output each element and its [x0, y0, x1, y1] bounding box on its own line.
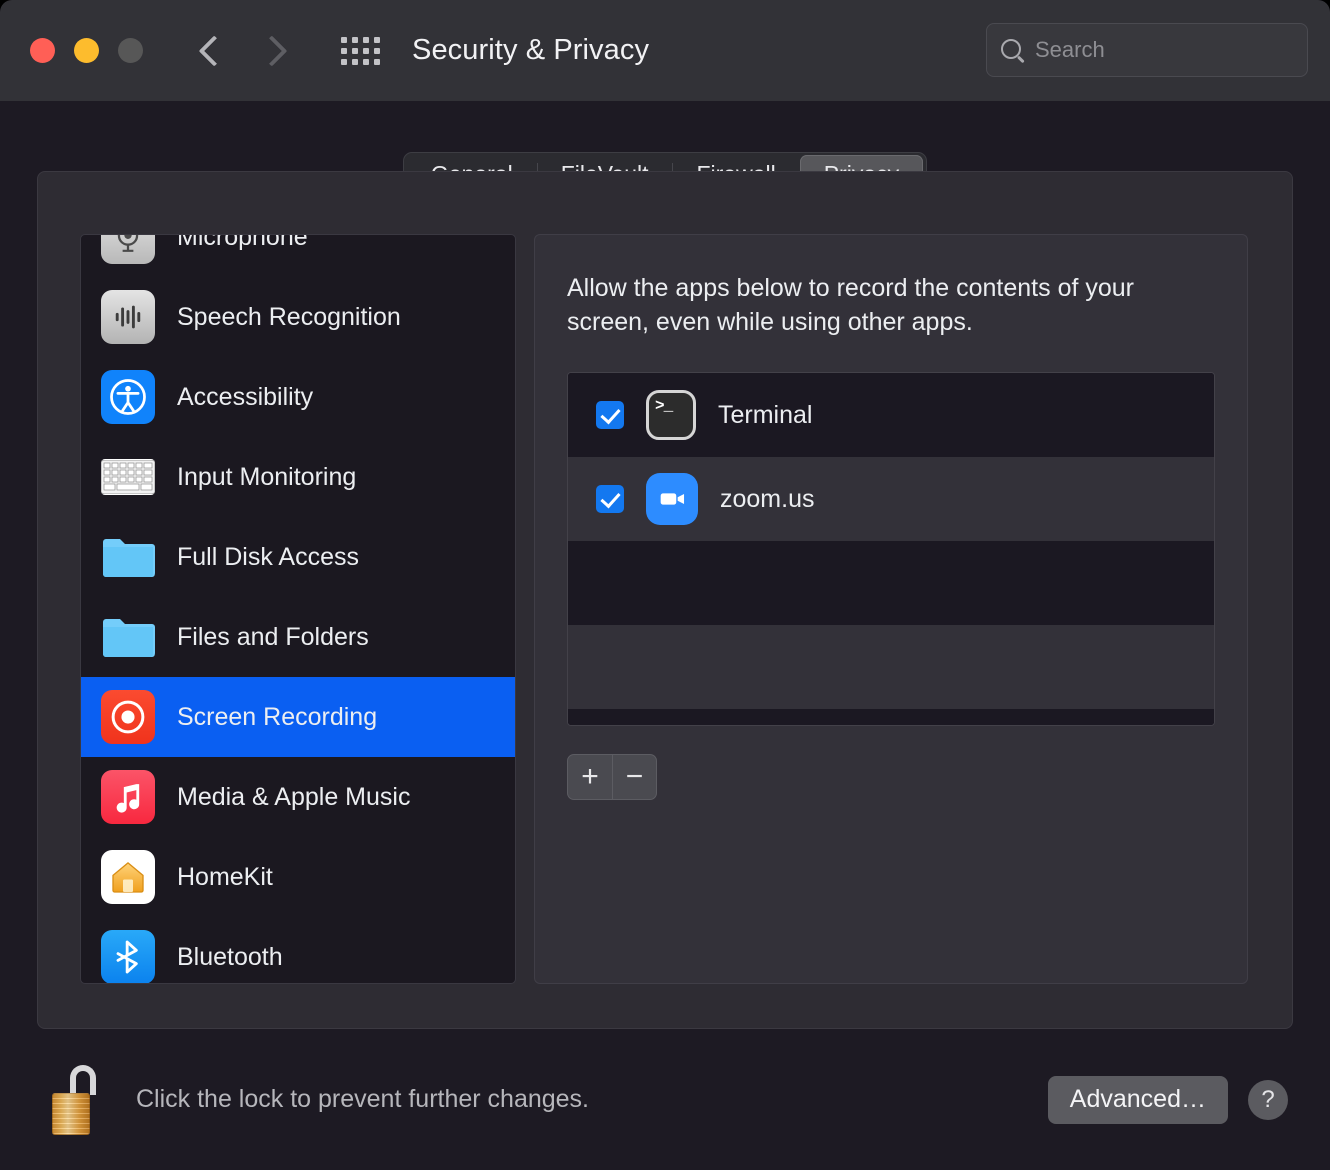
allowed-apps-list[interactable]: >_ Terminal zoom.us [567, 372, 1215, 726]
navigation-arrows [199, 30, 287, 72]
help-button[interactable]: ? [1248, 1080, 1288, 1120]
sidebar-item-label: Media & Apple Music [177, 783, 410, 812]
minimize-button[interactable] [74, 38, 99, 63]
folder-icon [101, 530, 155, 584]
window-titlebar: Security & Privacy Search [0, 0, 1330, 101]
sidebar-item-label: Files and Folders [177, 623, 369, 652]
waveform-icon [101, 290, 155, 344]
sidebar-item-label: Speech Recognition [177, 303, 401, 332]
sidebar-item-homekit[interactable]: HomeKit [81, 837, 515, 917]
bluetooth-icon [101, 930, 155, 984]
sidebar-item-accessibility[interactable]: Accessibility [81, 357, 515, 437]
sidebar-item-files-and-folders[interactable]: Files and Folders [81, 597, 515, 677]
table-row-empty [568, 541, 1214, 625]
terminal-prompt-glyph: >_ [655, 397, 672, 415]
security-privacy-window: Security & Privacy Search General FileVa… [0, 0, 1330, 1170]
table-row-empty [568, 625, 1214, 709]
page-title: Security & Privacy [412, 34, 649, 67]
screen-recording-detail-pane: Allow the apps below to record the conte… [534, 234, 1248, 984]
privacy-category-list[interactable]: Microphone Speech Recogn [80, 234, 516, 984]
keyboard-icon [101, 459, 155, 495]
privacy-content-box: Microphone Speech Recogn [37, 171, 1293, 1029]
terminal-icon: >_ [646, 390, 696, 440]
chevron-right-icon [261, 30, 287, 72]
show-all-grid-icon[interactable] [341, 37, 380, 65]
music-note-icon [101, 770, 155, 824]
app-name: Terminal [718, 401, 812, 430]
remove-app-button[interactable]: − [612, 755, 656, 799]
search-placeholder: Search [1035, 37, 1105, 63]
table-row[interactable]: >_ Terminal [568, 373, 1214, 457]
sidebar-item-label: HomeKit [177, 863, 273, 892]
unlocked-padlock-icon[interactable] [46, 1065, 102, 1135]
chevron-left-icon[interactable] [199, 30, 225, 72]
sidebar-item-media-apple-music[interactable]: Media & Apple Music [81, 757, 515, 837]
sidebar-item-bluetooth[interactable]: Bluetooth [81, 917, 515, 984]
table-row[interactable]: zoom.us [568, 457, 1214, 541]
traffic-light-buttons [30, 38, 143, 63]
app-checkbox-zoom[interactable] [596, 485, 624, 513]
sidebar-item-full-disk-access[interactable]: Full Disk Access [81, 517, 515, 597]
table-row-empty [568, 709, 1214, 726]
window-footer: Click the lock to prevent further change… [0, 1029, 1330, 1170]
close-button[interactable] [30, 38, 55, 63]
sidebar-item-label: Bluetooth [177, 943, 283, 972]
folder-icon [101, 610, 155, 664]
app-name: zoom.us [720, 485, 814, 514]
screen-recording-icon [101, 690, 155, 744]
homekit-house-icon [101, 850, 155, 904]
sidebar-item-microphone[interactable]: Microphone [81, 234, 515, 277]
advanced-button[interactable]: Advanced… [1048, 1076, 1228, 1124]
footer-actions: Advanced… ? [1048, 1076, 1288, 1124]
search-icon [1001, 39, 1023, 61]
lock-status-text: Click the lock to prevent further change… [136, 1085, 589, 1114]
accessibility-icon [101, 370, 155, 424]
sidebar-item-label: Full Disk Access [177, 543, 359, 572]
microphone-icon [101, 234, 155, 264]
sidebar-item-label: Input Monitoring [177, 463, 356, 492]
app-checkbox-terminal[interactable] [596, 401, 624, 429]
sidebar-item-input-monitoring[interactable]: Input Monitoring [81, 437, 515, 517]
zoom-camera-icon [646, 473, 698, 525]
permission-description: Allow the apps below to record the conte… [567, 271, 1215, 339]
zoom-button [118, 38, 143, 63]
sidebar-item-label: Accessibility [177, 383, 313, 412]
add-app-button[interactable]: + [568, 755, 612, 799]
sidebar-item-label: Screen Recording [177, 703, 377, 732]
add-remove-button-group[interactable]: + − [567, 754, 657, 800]
sidebar-item-label: Microphone [177, 234, 308, 252]
sidebar-item-screen-recording[interactable]: Screen Recording [81, 677, 515, 757]
sidebar-item-speech-recognition[interactable]: Speech Recognition [81, 277, 515, 357]
search-field[interactable]: Search [986, 23, 1308, 77]
